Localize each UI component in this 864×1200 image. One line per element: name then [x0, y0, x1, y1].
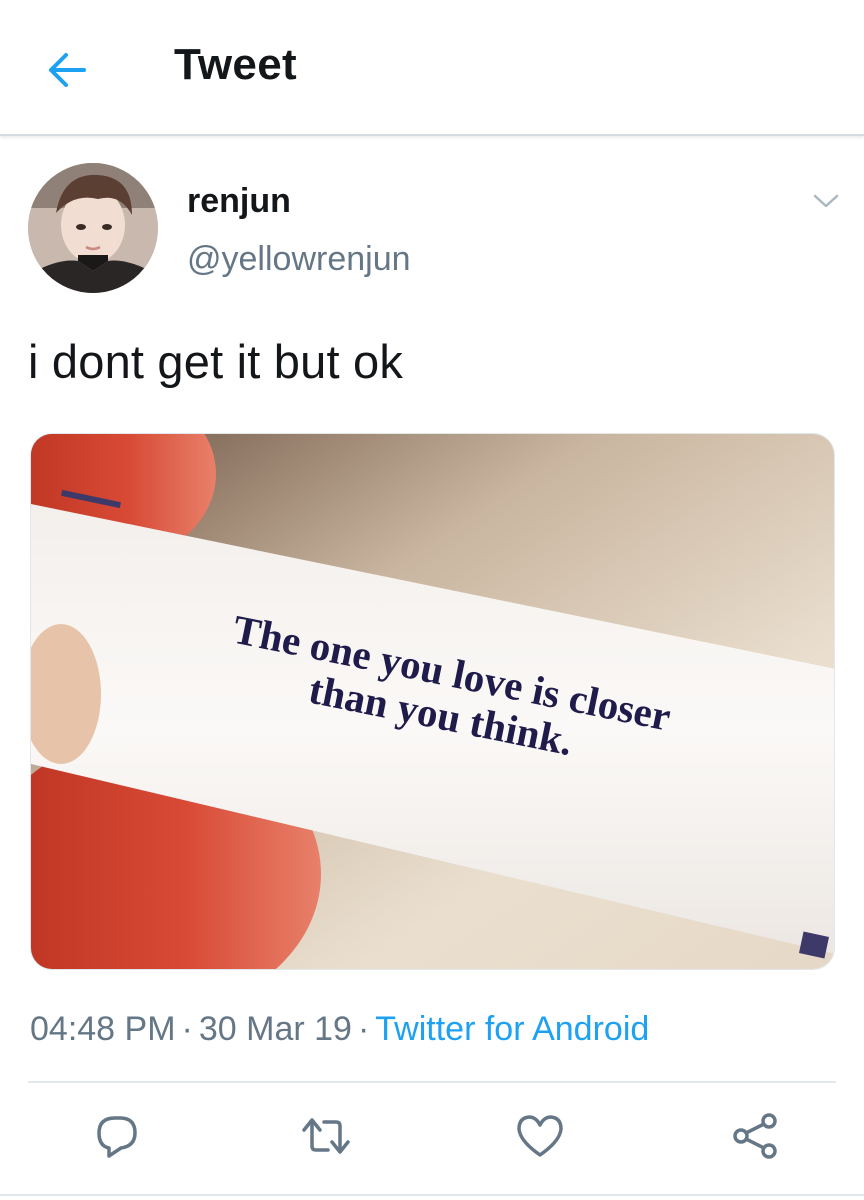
reply-icon	[97, 1116, 137, 1158]
retweet-icon	[302, 1118, 350, 1154]
action-bar	[0, 1108, 864, 1168]
reply-button[interactable]	[89, 1108, 145, 1164]
tweet-options-button[interactable]	[806, 186, 846, 216]
divider	[0, 1194, 864, 1196]
tweet-text: i dont get it but ok	[28, 335, 404, 388]
chevron-down-icon	[813, 194, 839, 208]
top-bar: Tweet	[0, 0, 864, 136]
tweet-date: 30 Mar 19	[198, 1010, 352, 1048]
back-button[interactable]	[40, 46, 92, 94]
meta-separator: ·	[181, 1010, 193, 1048]
like-icon	[517, 1115, 563, 1157]
divider	[28, 1081, 836, 1083]
tweet-meta: 04:48 PM · 30 Mar 19 · Twitter for Android	[30, 1010, 649, 1049]
avatar[interactable]	[28, 163, 158, 293]
meta-separator: ·	[357, 1010, 370, 1048]
tweet-time: 04:48 PM	[30, 1010, 176, 1048]
share-icon	[733, 1113, 777, 1159]
arrow-left-icon	[49, 53, 86, 87]
retweet-button[interactable]	[298, 1108, 354, 1164]
author-name[interactable]: renjun	[187, 182, 291, 221]
tweet-image[interactable]: The one you love is closer than you thin…	[30, 433, 835, 970]
like-button[interactable]	[512, 1108, 568, 1164]
page-title: Tweet	[174, 40, 297, 89]
author-handle[interactable]: @yellowrenjun	[187, 240, 411, 279]
share-button[interactable]	[728, 1108, 784, 1164]
tweet-source-link[interactable]: Twitter for Android	[375, 1010, 649, 1048]
